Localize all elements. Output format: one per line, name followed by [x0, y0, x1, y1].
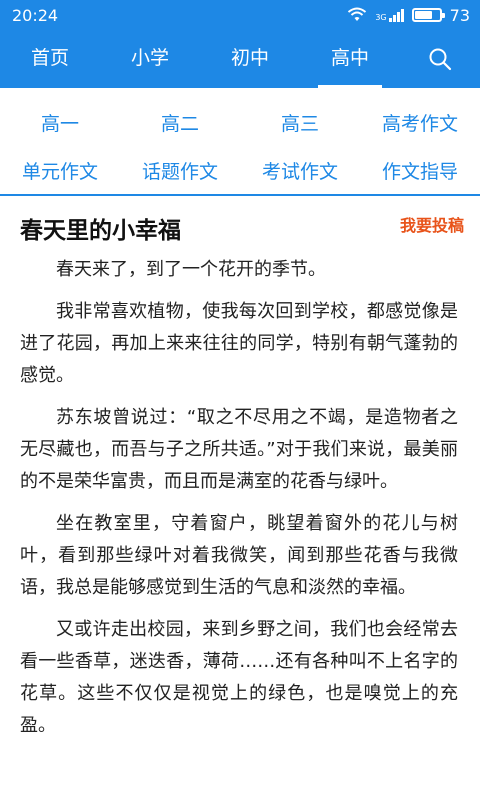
signal-label: 3G: [375, 13, 387, 22]
article-body: 春天来了，到了一个花开的季节。 我非常喜欢植物，使我每次回到学校，都感觉像是进了…: [0, 248, 480, 742]
article-paragraph: 苏东坡曾说过：“取之不尽用之不竭，是造物者之无尽藏也，而吾与子之所共适。”对于我…: [20, 407, 458, 492]
search-button[interactable]: [400, 30, 480, 88]
battery-icon: [411, 8, 445, 22]
search-icon: [429, 48, 452, 71]
signal-icon: 3G: [375, 8, 404, 22]
article-paragraph: 又或许走出校园，来到乡野之间，我们也会经常去看一些香草，迷迭香，薄荷……还有各种…: [20, 619, 458, 736]
status-bar: 20:24 3G 73: [0, 0, 480, 30]
article-paragraph: 坐在教室里，守着窗户，眺望着窗外的花儿与树叶，看到那些绿叶对着我微笑，闻到那些花…: [20, 513, 458, 598]
category-exam-essay[interactable]: 考试作文: [240, 148, 360, 196]
category-writing-guide[interactable]: 作文指导: [360, 148, 480, 196]
tab-home[interactable]: 首页: [0, 30, 100, 88]
category-grid: 高一 高二 高三 高考作文 单元作文 话题作文 考试作文 作文指导: [0, 100, 480, 196]
category-grade-11[interactable]: 高二: [120, 100, 240, 148]
category-topic-essay[interactable]: 话题作文: [120, 148, 240, 196]
wifi-icon: [348, 7, 367, 21]
status-icons: 3G 73: [347, 6, 470, 25]
category-unit-essay[interactable]: 单元作文: [0, 148, 120, 196]
tab-senior-high[interactable]: 高中: [300, 30, 400, 88]
tab-junior-high[interactable]: 初中: [200, 30, 300, 88]
battery-percent: 73: [449, 5, 470, 25]
article-header: 春天里的小幸福 我要投稿: [0, 200, 480, 248]
category-grade-10[interactable]: 高一: [0, 100, 120, 148]
article-paragraph: 春天来了，到了一个花开的季节。: [56, 259, 326, 280]
category-grade-12[interactable]: 高三: [240, 100, 360, 148]
article-title: 春天里的小幸福: [20, 218, 181, 244]
top-nav: 首页 小学 初中 高中: [0, 30, 480, 88]
category-gaokao-essay[interactable]: 高考作文: [360, 100, 480, 148]
article-paragraph: 我非常喜欢植物，使我每次回到学校，都感觉像是进了花园，再加上来来往往的同学，特别…: [20, 301, 458, 386]
tab-primary-school[interactable]: 小学: [100, 30, 200, 88]
status-time: 20:24: [12, 5, 59, 25]
submit-article-button[interactable]: 我要投稿: [400, 212, 464, 236]
article: 春天里的小幸福 我要投稿 春天来了，到了一个花开的季节。 我非常喜欢植物，使我每…: [0, 200, 480, 752]
